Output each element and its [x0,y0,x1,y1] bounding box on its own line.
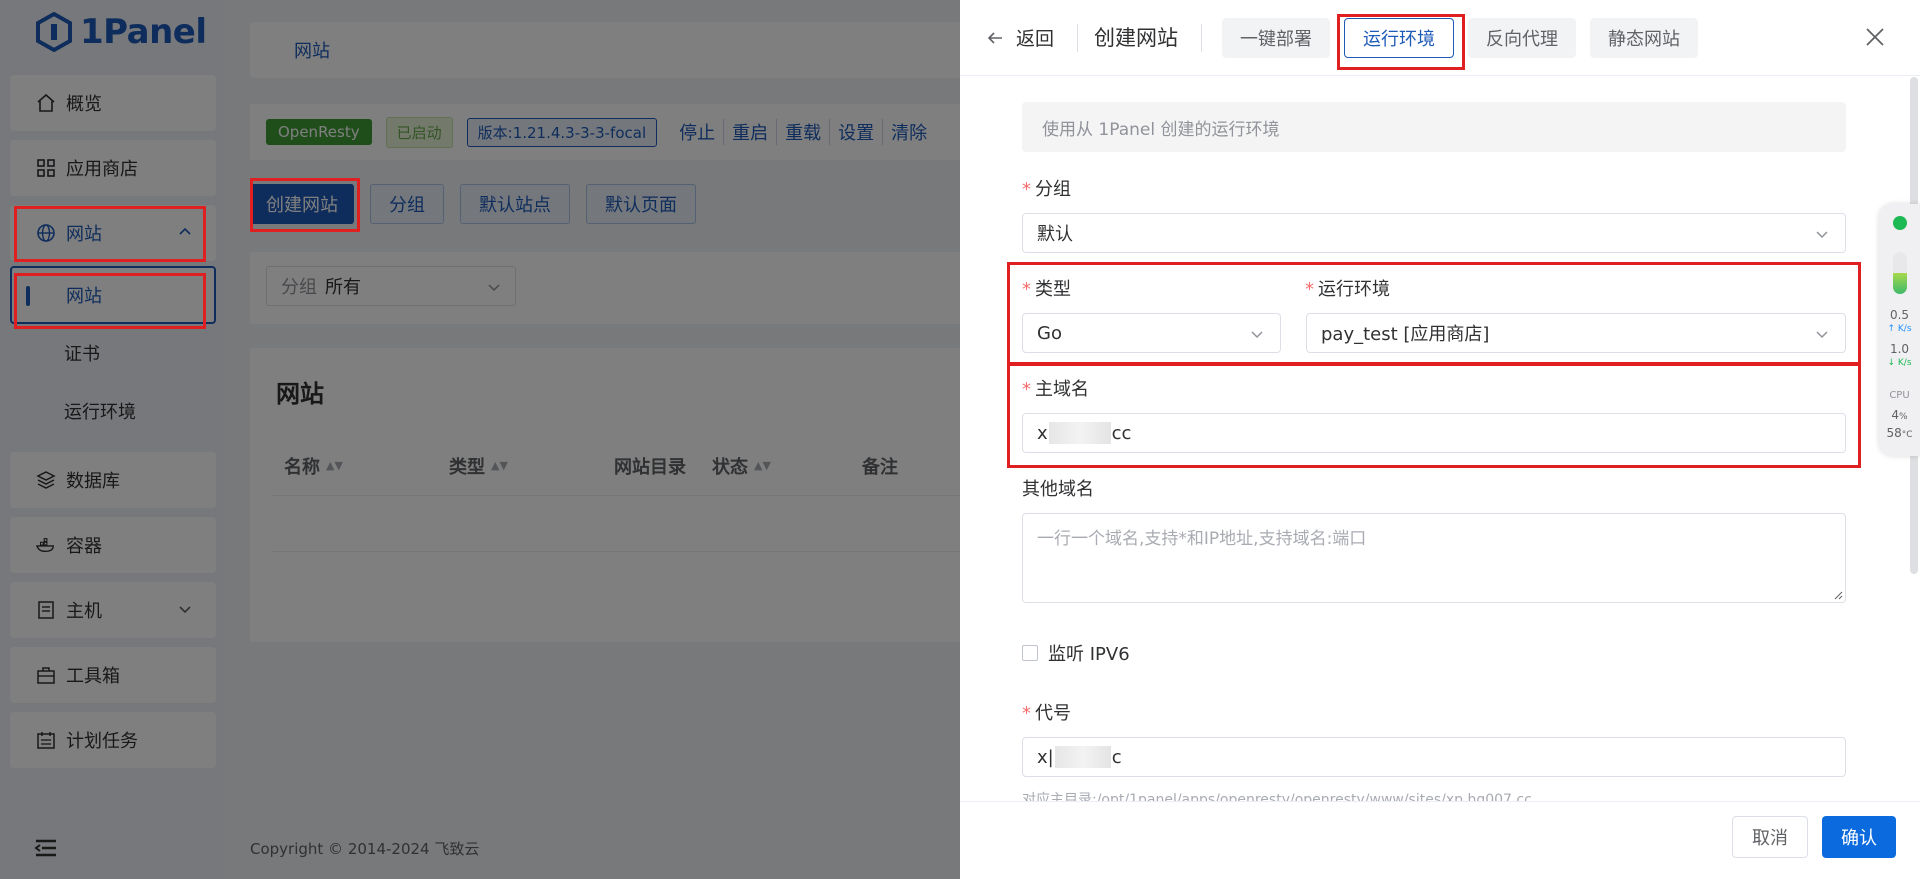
input-text: x| [1037,746,1054,768]
modal-overlay[interactable] [0,0,960,879]
input-text: c [1111,746,1122,768]
ipv6-checkbox-row[interactable]: 监听 IPV6 [1022,640,1130,666]
group-select[interactable]: 默认 [1022,213,1846,253]
drawer-footer: 取消 确认 [960,801,1920,879]
alias-path-hint: 对应主目录:/opt/1panel/apps/openresty/openres… [1022,792,1532,801]
create-website-drawer: 返回 创建网站 一键部署 运行环境 反向代理 静态网站 使用从 1Panel 创… [960,0,1920,879]
primary-domain-label: * 主域名 [1022,379,1089,400]
upload-speed: 0.5 [1889,308,1910,322]
memory-gauge [1893,252,1907,294]
tab-static-site[interactable]: 静态网站 [1590,18,1698,58]
ipv6-label: 监听 IPV6 [1048,644,1130,665]
cpu-usage: 4% [1891,408,1908,422]
type-select-value: Go [1037,322,1062,344]
runtime-select-value: pay_test [应用商店] [1321,324,1490,345]
other-domains-textarea[interactable]: 一行一个域名,支持*和IP地址,支持域名:端口 [1022,513,1846,603]
cpu-temperature: 58°C [1886,426,1913,440]
other-domains-label: 其他域名 [1022,479,1094,500]
chevron-down-icon [1816,331,1828,339]
group-select-value: 默认 [1037,224,1073,245]
drawer-title: 创建网站 [1094,26,1178,50]
textarea-placeholder: 一行一个域名,支持*和IP地址,支持域名:端口 [1037,529,1367,549]
alias-label: * 代号 [1022,703,1071,724]
confirm-button[interactable]: 确认 [1822,816,1896,858]
type-label: * 类型 [1022,279,1071,300]
chevron-down-icon [1251,331,1263,339]
runtime-label: * 运行环境 [1305,279,1390,300]
type-select[interactable]: Go [1022,313,1281,353]
alias-input[interactable]: x| c [1022,737,1846,777]
runtime-select[interactable]: pay_test [应用商店] [1306,313,1846,353]
close-icon[interactable] [1864,26,1886,48]
group-label: * 分组 [1022,179,1071,200]
redacted-text [1054,746,1111,768]
deploy-type-tabs: 一键部署 运行环境 反向代理 静态网站 [1222,18,1698,58]
cancel-button[interactable]: 取消 [1732,816,1808,858]
download-speed: 1.0 [1889,342,1910,356]
tab-one-click-deploy[interactable]: 一键部署 [1222,18,1330,58]
drawer-header: 返回 创建网站 一键部署 运行环境 反向代理 静态网站 [960,0,1920,76]
system-monitor-widget[interactable]: 0.5 ↑ K/s 1.0 ↓ K/s CPU 4% 58°C [1879,204,1920,456]
arrow-left-icon [987,31,1002,44]
runtime-info-alert: 使用从 1Panel 创建的运行环境 [1022,102,1846,152]
tab-reverse-proxy[interactable]: 反向代理 [1468,18,1576,58]
status-dot [1893,216,1907,230]
ipv6-checkbox[interactable] [1022,645,1038,661]
chevron-down-icon [1816,231,1828,239]
redacted-text [1048,422,1111,444]
primary-domain-input[interactable]: x cc [1022,413,1846,453]
divider [1201,24,1202,52]
divider [1077,24,1078,52]
drawer-form: 使用从 1Panel 创建的运行环境 * 分组 默认 * 类型 Go * 运行环境 p… [960,77,1920,801]
download-unit: ↓ K/s [1887,358,1912,368]
resize-handle-icon[interactable] [1833,590,1843,600]
tab-runtime[interactable]: 运行环境 [1344,18,1454,58]
back-button[interactable]: 返回 [986,24,1054,51]
input-text: cc [1111,422,1132,444]
input-text: x [1037,422,1048,444]
back-label: 返回 [1016,28,1055,50]
cpu-label: CPU [1889,390,1910,401]
upload-unit: ↑ K/s [1887,324,1912,334]
